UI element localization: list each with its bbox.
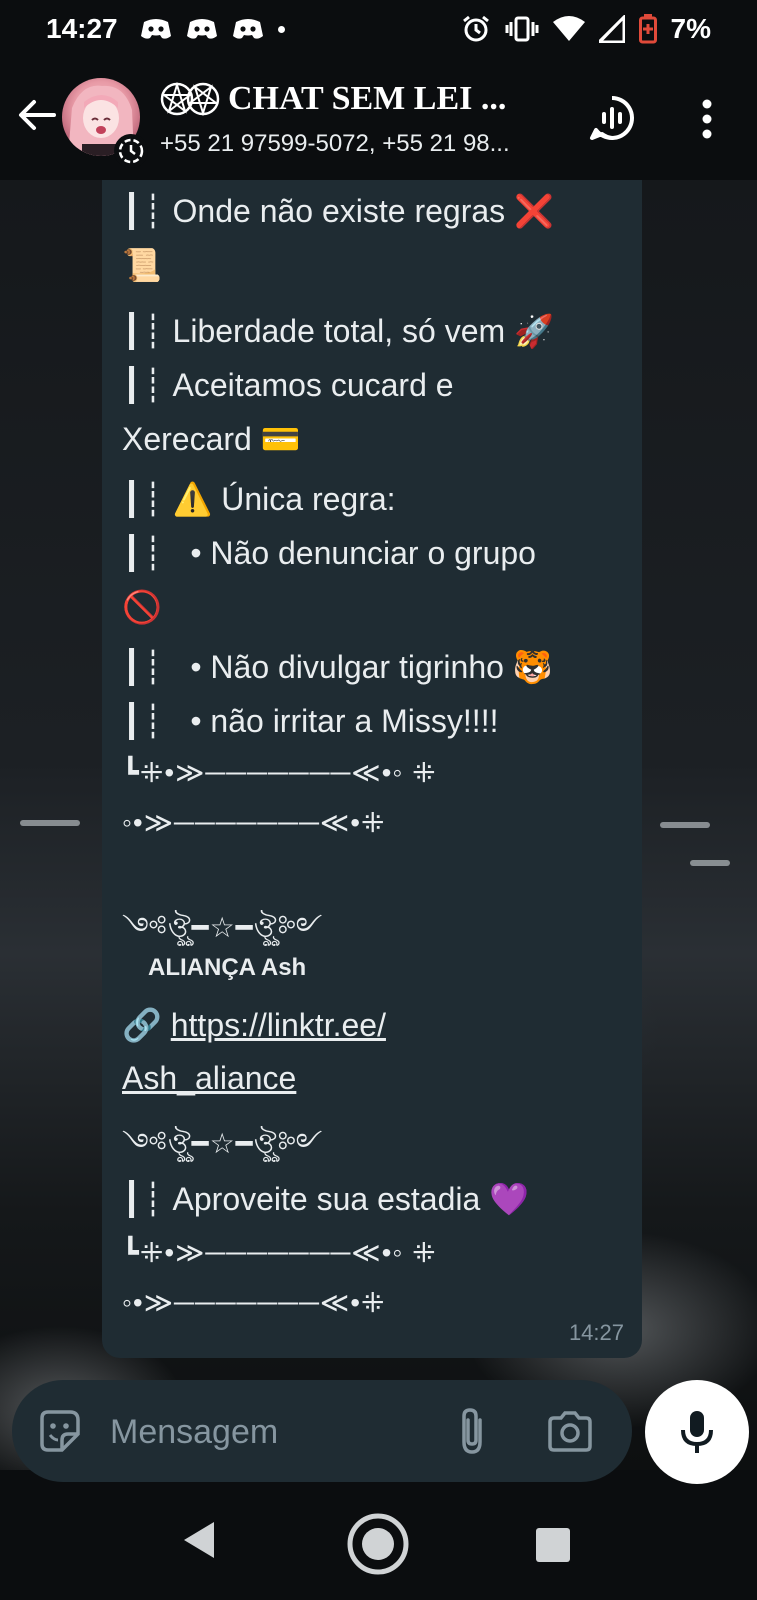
discord-icon [232,19,263,39]
status-ring [114,134,148,168]
microphone-icon [681,1411,713,1453]
link-line: Ash_aliance [122,1060,296,1097]
message-line: ┃┊ Aproveite sua estadia 💜 [122,1181,530,1217]
attach-button[interactable] [452,1406,492,1456]
menu-button[interactable] [694,98,720,140]
nav-back-button[interactable] [182,1520,218,1560]
triangle-back-icon [184,1522,214,1558]
vibrate-icon [505,16,539,42]
message-composer [12,1380,632,1482]
home-circle-icon [347,1513,409,1575]
clock-icon [118,138,144,164]
link-line: 🔗 https://linktr.ee/ [122,1006,386,1044]
signal-icon [598,15,625,43]
voice-record-button[interactable] [645,1380,749,1484]
camera-button[interactable] [546,1410,594,1452]
back-button[interactable] [14,92,60,138]
paperclip-icon [462,1408,482,1454]
message-line: ┃┊ • não irritar a Missy!!!! [122,703,499,739]
battery-level: 7% [670,13,711,44]
message-line: 📜 [122,247,162,283]
arrow-left-icon [19,100,56,130]
message-input[interactable] [108,1404,432,1460]
message-line: ┃┊ Liberdade total, só vem 🚀 [122,313,554,349]
message-bubble[interactable]: ┃┊ Onde não existe regras ❌ 📜 ┃┊ Liberdade… [102,180,642,1358]
wifi-icon [552,16,585,41]
screen: 14:27 7% CHAT SEM LEI ... +55 21 97599-5… [0,0,757,1600]
chat-header: CHAT SEM LEI ... +55 21 97599-5072, +55 … [0,58,757,180]
message-line: ┃┊ • Não denunciar o grupo [122,535,536,571]
participants: +55 21 97599-5072, +55 21 98... [160,130,510,157]
emoji-button[interactable] [36,1408,82,1454]
decorative-divider: ◦•≫───────≪•⁜ [122,807,386,838]
chat-title: CHAT SEM LEI ... [160,80,560,118]
message-line: 🚫 [122,589,162,625]
message-line: Xerecard 💳 [122,421,301,457]
alliance-label: ALIANÇA Ash [148,954,307,981]
voice-chat-button[interactable] [588,94,636,142]
system-status-icons: 7% [461,0,711,58]
alliance-link-continued[interactable]: Ash_aliance [122,1060,296,1096]
more-notifications-dot [277,25,285,33]
status-time: 14:27 [46,13,118,44]
decorative-divider: ┗⁜•≫───────≪•◦ ⁜ [122,1237,437,1268]
nav-home-button[interactable] [346,1512,410,1576]
message-time: 14:27 [568,1320,624,1345]
pentagram-icon [186,82,220,116]
alarm-icon [462,15,489,42]
camera-icon [548,1411,592,1452]
alliance-link[interactable]: https://linktr.ee/ [171,1007,386,1043]
voice-chat-icon [590,96,634,140]
decorative-divider: ◦•≫───────≪•⁜ [122,1287,386,1318]
decorative-divider: ┗⁜•≫───────≪•◦ ⁜ [122,757,437,788]
message-line: ┃┊ Onde não existe regras ❌ [122,193,554,229]
message-line: ┃┊ ⚠️ Única regra: [122,481,396,517]
notification-icons [140,18,285,40]
chat-title-text: CHAT SEM LEI ... [228,80,507,117]
more-vertical-icon [702,99,712,139]
system-nav-bar [0,1490,757,1600]
status-bar: 14:27 7% [0,0,757,58]
discord-icon [186,19,217,39]
sticker-icon [40,1410,80,1452]
battery-icon [638,14,657,44]
nav-recents-button[interactable] [536,1528,570,1562]
chat-info[interactable]: CHAT SEM LEI ... +55 21 97599-5072, +55 … [160,80,560,158]
message-line: ┃┊ • Não divulgar tigrinho 🐯 [122,649,553,685]
link-icon: 🔗 [122,1007,162,1043]
discord-icon [140,19,171,39]
message-line: ┃┊ Aceitamos cucard e [122,367,454,403]
